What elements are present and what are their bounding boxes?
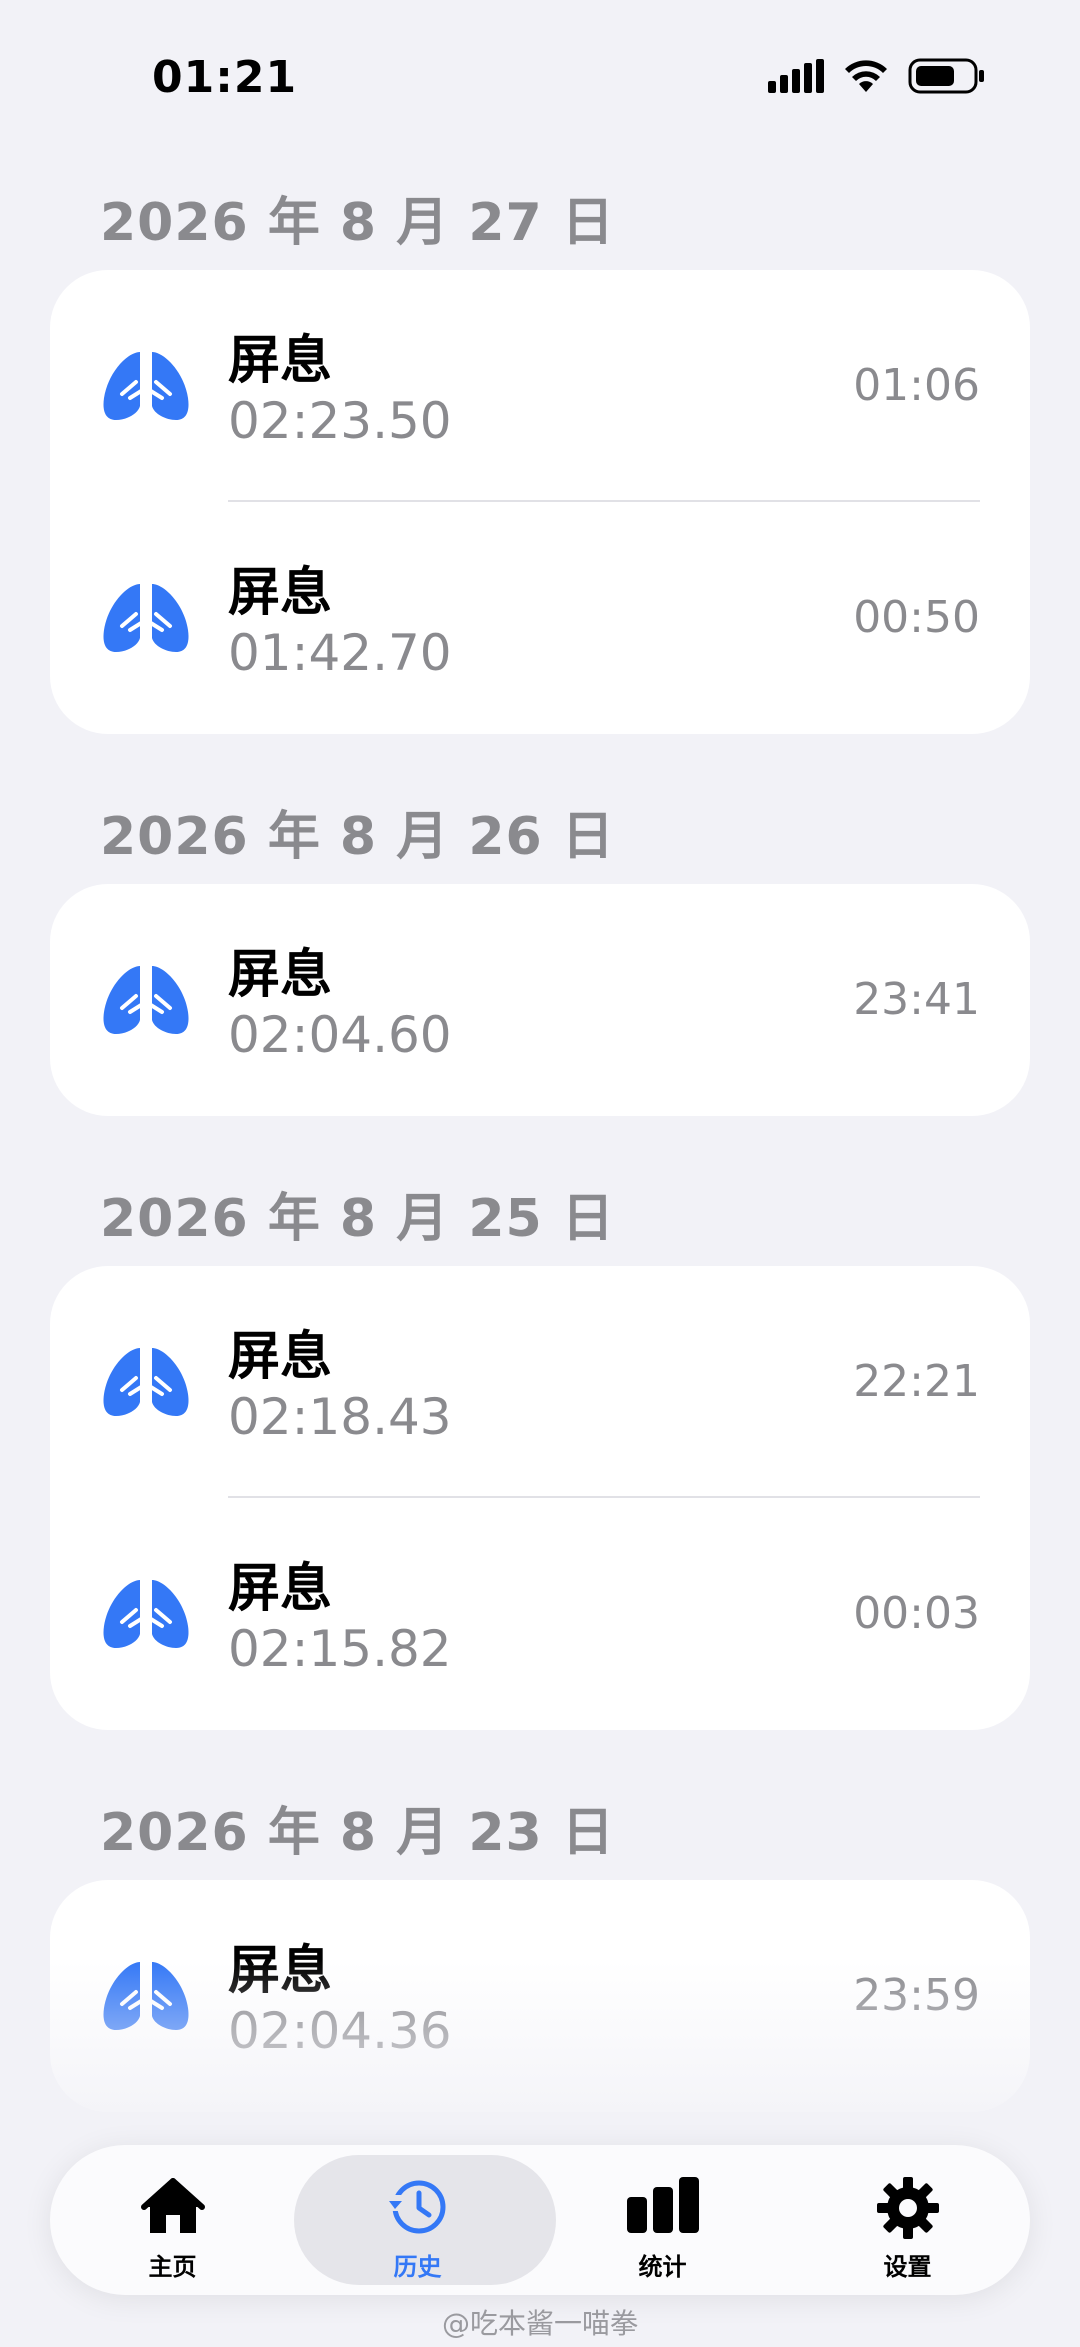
tab-home-label: 主页 — [148, 2253, 197, 2281]
session-duration: 01:42.70 — [228, 624, 452, 682]
history-row[interactable]: 屏息 02:23.50 01:06 — [50, 270, 1030, 502]
lungs-icon — [103, 966, 189, 1034]
history-clock-icon — [386, 2180, 445, 2234]
tab-stats[interactable]: 统计 — [540, 2155, 785, 2285]
history-card: 屏息 02:18.43 22:21 屏息 02:15.82 00:03 — [50, 1266, 1030, 1730]
lungs-icon — [103, 352, 189, 420]
session-type: 屏息 — [228, 1327, 333, 1387]
tab-settings[interactable]: 设置 — [785, 2155, 1030, 2285]
session-type: 屏息 — [228, 563, 333, 623]
battery-icon — [908, 58, 984, 94]
history-card: 屏息 02:23.50 01:06 屏息 01:42.70 00:50 — [50, 270, 1030, 734]
status-bar: 01:21 — [0, 0, 1080, 150]
session-type: 屏息 — [228, 1559, 333, 1619]
gear-icon — [876, 2177, 939, 2239]
session-time: 01:06 — [853, 360, 980, 411]
tab-history-label: 历史 — [393, 2253, 442, 2281]
history-row[interactable]: 屏息 02:18.43 22:21 — [50, 1266, 1030, 1498]
cellular-signal-icon — [768, 59, 824, 93]
scroll-fade — [0, 1960, 1080, 2140]
watermark: @吃本酱一喵拳 — [441, 2307, 638, 2340]
history-row[interactable]: 屏息 02:04.60 23:41 — [50, 884, 1030, 1116]
history-card: 屏息 02:04.60 23:41 — [50, 884, 1030, 1116]
lungs-icon — [103, 1348, 189, 1416]
tab-settings-label: 设置 — [883, 2253, 932, 2281]
status-time: 01:21 — [152, 52, 298, 103]
day-header: 2026 年 8 月 23 日 — [100, 1803, 615, 1863]
wifi-icon — [845, 60, 887, 92]
lungs-icon — [103, 1580, 189, 1648]
session-time: 00:50 — [853, 592, 980, 643]
session-type: 屏息 — [228, 945, 333, 1005]
session-time: 23:41 — [853, 974, 980, 1025]
history-row[interactable]: 屏息 01:42.70 00:50 — [50, 502, 1030, 734]
session-duration: 02:23.50 — [228, 392, 452, 450]
tab-bar: 主页 历史 统计 设置 — [50, 2145, 1030, 2295]
session-time: 22:21 — [853, 1356, 980, 1407]
session-time: 00:03 — [853, 1588, 980, 1639]
session-duration: 02:18.43 — [228, 1388, 452, 1446]
history-list[interactable]: 2026 年 8 月 27 日屏息 02:23.50 01:06 屏息 01:42.70… — [0, 150, 1080, 2140]
day-header: 2026 年 8 月 25 日 — [100, 1189, 615, 1249]
lungs-icon — [103, 584, 189, 652]
bar-chart-icon — [626, 2177, 699, 2233]
day-header: 2026 年 8 月 26 日 — [100, 807, 615, 867]
history-row[interactable]: 屏息 02:15.82 00:03 — [50, 1498, 1030, 1730]
day-header: 2026 年 8 月 27 日 — [100, 193, 615, 253]
session-duration: 02:15.82 — [228, 1620, 452, 1678]
house-icon — [140, 2178, 205, 2233]
tab-stats-label: 统计 — [638, 2253, 687, 2281]
tab-history[interactable]: 历史 — [294, 2155, 556, 2285]
tab-home[interactable]: 主页 — [50, 2155, 295, 2285]
session-duration: 02:04.60 — [228, 1006, 452, 1064]
session-type: 屏息 — [228, 331, 333, 391]
status-icons — [768, 58, 986, 94]
